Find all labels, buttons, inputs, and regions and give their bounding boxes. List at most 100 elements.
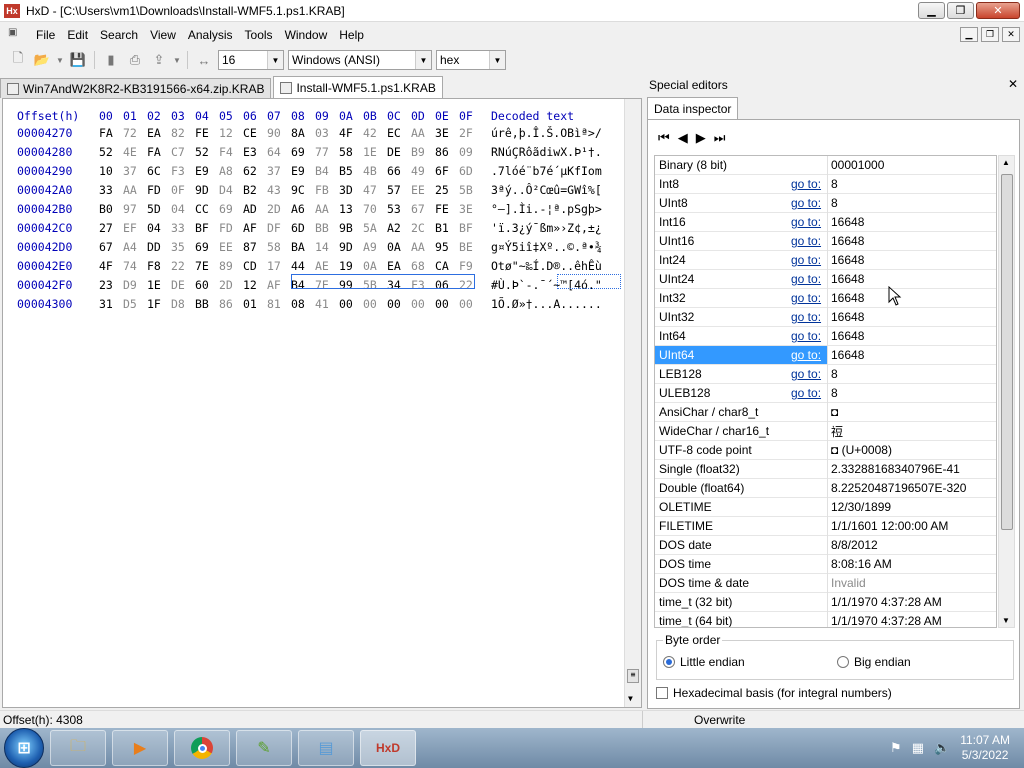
row-decoded-text[interactable]: úrê‚þ.Î.Š.OBìª>/: [491, 126, 602, 140]
inspector-row[interactable]: DOS time & date Invalid: [655, 574, 996, 593]
hex-byte[interactable]: AE: [315, 259, 339, 273]
hex-byte[interactable]: FE: [195, 126, 219, 140]
hex-byte[interactable]: 2D: [267, 202, 291, 216]
hex-byte[interactable]: 0A: [363, 259, 387, 273]
inspector-scrollbar[interactable]: ▲ ▼: [998, 155, 1015, 628]
goto-link[interactable]: go to:: [791, 177, 821, 191]
row-decoded-text[interactable]: °—].Ìi.-¦ª.pSgþ>: [491, 202, 602, 216]
hex-byte[interactable]: A6: [291, 202, 315, 216]
row-decoded-text[interactable]: RNúÇRôãdiwX.Þ¹†.: [491, 145, 602, 159]
hex-byte[interactable]: 00: [363, 297, 387, 311]
hex-byte[interactable]: 62: [243, 164, 267, 178]
hex-byte[interactable]: BF: [195, 221, 219, 235]
hex-byte[interactable]: B2: [243, 183, 267, 197]
hex-byte[interactable]: 44: [291, 259, 315, 273]
hex-byte[interactable]: 2F: [459, 126, 483, 140]
hex-byte[interactable]: 1F: [147, 297, 171, 311]
hex-byte[interactable]: 86: [435, 145, 459, 159]
hex-byte[interactable]: E9: [195, 164, 219, 178]
goto-link[interactable]: go to:: [791, 253, 821, 267]
hex-byte[interactable]: 69: [291, 145, 315, 159]
inspector-value[interactable]: ◘: [831, 405, 838, 419]
hex-byte[interactable]: AD: [243, 202, 267, 216]
hex-byte[interactable]: FD: [219, 221, 243, 235]
hex-byte[interactable]: 1E: [147, 278, 171, 292]
row-bytes[interactable]: B0 97 5D 04 CC 69 AD 2D A6 AA 13 70 53 67 FE 3E: [99, 202, 483, 216]
hex-byte[interactable]: F8: [147, 259, 171, 273]
hex-byte[interactable]: 97: [123, 202, 147, 216]
hex-byte[interactable]: EA: [147, 126, 171, 140]
hex-byte[interactable]: 60: [195, 278, 219, 292]
hex-byte[interactable]: FB: [315, 183, 339, 197]
hex-byte[interactable]: 23: [99, 278, 123, 292]
hex-byte[interactable]: 00: [339, 297, 363, 311]
inspector-value[interactable]: 16648: [831, 348, 864, 362]
mdi-restore-button[interactable]: ❐: [981, 27, 999, 42]
previous-icon[interactable]: ◀: [678, 130, 688, 146]
hex-byte[interactable]: 14: [315, 240, 339, 254]
hex-byte[interactable]: 01: [243, 297, 267, 311]
inspector-row[interactable]: UInt24 go to: 16648: [655, 270, 996, 289]
tab-install-wmf-krab[interactable]: Install-WMF5.1.ps1.KRAB: [273, 76, 443, 98]
hex-byte[interactable]: 6C: [147, 164, 171, 178]
inspector-value[interactable]: 8.22520487196507E-320: [831, 481, 966, 495]
inspector-value[interactable]: Invalid: [831, 576, 866, 590]
hex-byte[interactable]: DE: [387, 145, 411, 159]
close-icon[interactable]: ✕: [1008, 77, 1018, 91]
hex-byte[interactable]: 4E: [123, 145, 147, 159]
chevron-down-icon[interactable]: ▼: [415, 51, 431, 69]
hex-editor[interactable]: Offset(h) 00 01 02 03 04 05 06 07 08 09 0A 0B 0C 0D 0E…: [2, 98, 642, 708]
tab-win7-krab[interactable]: Win7AndW2K8R2-KB3191566-x64.zip.KRAB: [0, 78, 272, 98]
hex-byte[interactable]: EA: [387, 259, 411, 273]
inspector-value[interactable]: 1/1/1970 4:37:28 AM: [831, 595, 942, 609]
inspector-value[interactable]: 16648: [831, 215, 864, 229]
inspector-value[interactable]: 16648: [831, 329, 864, 343]
inspector-row[interactable]: Int64 go to: 16648: [655, 327, 996, 346]
inspector-value[interactable]: 8/8/2012: [831, 538, 878, 552]
hex-byte[interactable]: 31: [99, 297, 123, 311]
inspector-row[interactable]: ULEB128 go to: 8: [655, 384, 996, 403]
inspector-value[interactable]: 8: [831, 196, 838, 210]
inspector-row[interactable]: Int16 go to: 16648: [655, 213, 996, 232]
hex-byte[interactable]: 82: [171, 126, 195, 140]
inspector-value[interactable]: 8: [831, 177, 838, 191]
hex-byte[interactable]: F3: [171, 164, 195, 178]
inspector-row[interactable]: WideChar / char16_t 䄈: [655, 422, 996, 441]
hex-byte[interactable]: 49: [411, 164, 435, 178]
hex-byte[interactable]: AF: [267, 278, 291, 292]
row-bytes[interactable]: 52 4E FA C7 52 F4 E3 64 69 77 58 1E DE B9 86 09: [99, 145, 483, 159]
row-decoded-text[interactable]: .7lóé¨b7é´µKfIom: [491, 164, 602, 178]
hex-byte[interactable]: E9: [291, 164, 315, 178]
hex-byte[interactable]: 42: [363, 126, 387, 140]
inspector-row[interactable]: time_t (32 bit) 1/1/1970 4:37:28 AM: [655, 593, 996, 612]
scroll-down-icon[interactable]: ▼: [1002, 616, 1010, 625]
hex-byte[interactable]: 00: [387, 297, 411, 311]
inspector-row[interactable]: UInt16 go to: 16648: [655, 232, 996, 251]
inspector-value[interactable]: 16648: [831, 291, 864, 305]
inspector-grid[interactable]: Binary (8 bit) 00001000 Int8 go to: 8 UInt8 go…: [654, 155, 997, 628]
hex-byte[interactable]: FE: [435, 202, 459, 216]
hex-byte[interactable]: 87: [243, 240, 267, 254]
hex-byte[interactable]: A2: [387, 221, 411, 235]
hex-byte[interactable]: 4F: [99, 259, 123, 273]
hex-byte[interactable]: 64: [267, 145, 291, 159]
hex-byte[interactable]: AF: [243, 221, 267, 235]
hex-byte[interactable]: 0A: [387, 240, 411, 254]
hex-byte[interactable]: 9B: [339, 221, 363, 235]
hex-byte[interactable]: 19: [339, 259, 363, 273]
media-player-icon[interactable]: ▶: [112, 730, 168, 766]
hex-byte[interactable]: CD: [243, 259, 267, 273]
hex-byte[interactable]: BA: [291, 240, 315, 254]
hex-byte[interactable]: AA: [411, 240, 435, 254]
hex-byte[interactable]: 5B: [459, 183, 483, 197]
hex-byte[interactable]: 58: [339, 145, 363, 159]
hex-byte[interactable]: B9: [411, 145, 435, 159]
delete-icon[interactable]: ▮: [101, 50, 121, 70]
hex-byte[interactable]: 53: [387, 202, 411, 216]
hex-byte[interactable]: 9C: [291, 183, 315, 197]
hex-byte[interactable]: 5D: [147, 202, 171, 216]
hex-byte[interactable]: 12: [243, 278, 267, 292]
hex-byte[interactable]: 12: [219, 126, 243, 140]
maximize-button[interactable]: ❐: [947, 2, 974, 19]
clock[interactable]: 11:07 AM 5/3/2022: [960, 733, 1010, 763]
